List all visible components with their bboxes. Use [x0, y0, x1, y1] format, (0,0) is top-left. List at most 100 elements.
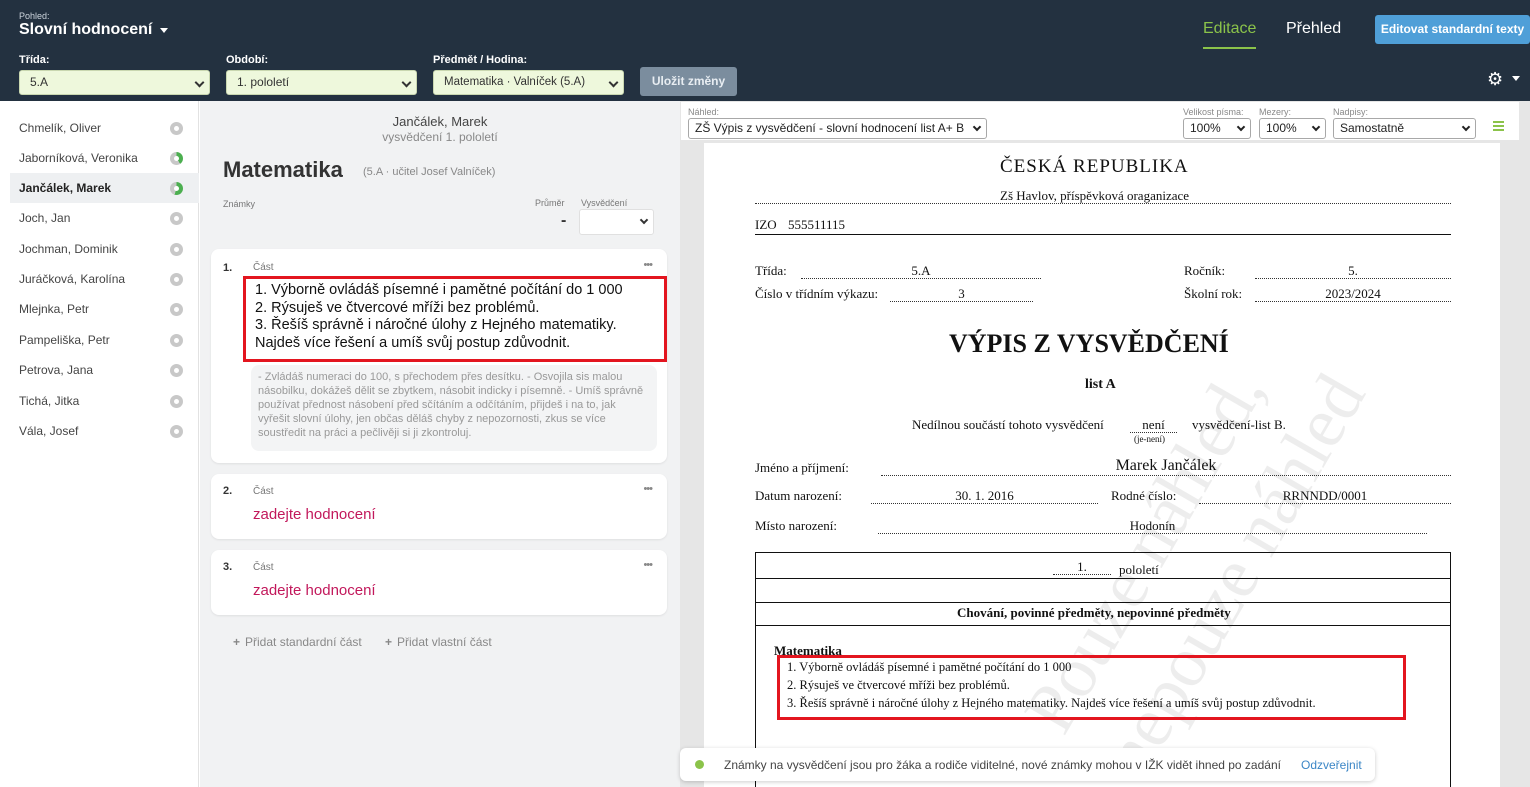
average-value: - — [561, 212, 567, 229]
visibility-notice: Známky na vysvědčení jsou pro žáka a rod… — [680, 748, 1375, 781]
student-item[interactable]: Tichá, Jitka — [10, 386, 199, 416]
plus-icon: + — [233, 635, 241, 649]
font-size-value: 100% — [1190, 121, 1221, 135]
divider — [755, 234, 1451, 235]
id-value: RRNNDD/0001 — [1199, 488, 1451, 504]
student-item[interactable]: Joch, Jan — [10, 203, 199, 233]
student-name: Petrova, Jana — [19, 363, 94, 377]
part-number: 1. — [223, 262, 233, 274]
more-options-icon[interactable]: ••• — [643, 483, 653, 495]
spacing-label: Mezery: — [1259, 107, 1292, 117]
status-ring-icon — [170, 425, 183, 438]
part-card-2: 2. Část ••• zadejte hodnocení — [211, 474, 667, 539]
chevron-down-icon — [1461, 122, 1471, 132]
part-card-1: 1. Část ••• 1. Výborně ovládáš písemné i… — [211, 249, 667, 463]
period-select[interactable]: 1. pololetí — [226, 70, 417, 95]
chevron-down-icon — [972, 122, 982, 132]
add-custom-part-button[interactable]: + Přidat vlastní část — [385, 635, 492, 649]
chevron-down-icon — [1236, 122, 1246, 132]
save-button[interactable]: Uložit změny — [640, 67, 737, 96]
student-item[interactable]: Jochman, Dominik — [10, 234, 199, 264]
part-suffix: vysvědčení-list B. — [1192, 417, 1286, 432]
menu-icon[interactable] — [1493, 121, 1504, 131]
table-line — [756, 578, 1450, 579]
student-item[interactable]: Mlejnka, Petr — [10, 294, 199, 324]
student-item[interactable]: Petrova, Jana — [10, 355, 199, 385]
font-size-label: Velikost písma: — [1183, 107, 1244, 117]
name-value: Marek Jančálek — [881, 457, 1451, 476]
headings-select[interactable]: Samostatně — [1333, 118, 1476, 139]
student-sidebar: Chmelík, Oliver Jaborníková, Veronika Ja… — [0, 101, 199, 787]
student-name: Jochman, Dominik — [19, 242, 118, 256]
status-ring-icon — [170, 182, 183, 195]
caret-down-icon[interactable] — [1512, 76, 1520, 81]
document-title: VÝPIS Z VYSVĚDČENÍ — [949, 329, 1229, 358]
subject-evaluation-box: 1. Výborně ovládáš písemné i pamětné poč… — [777, 655, 1406, 720]
font-size-select[interactable]: 100% — [1183, 118, 1251, 139]
status-ring-icon — [170, 334, 183, 347]
part-label: Část — [253, 486, 274, 497]
year-label: Školní rok: — [1184, 286, 1243, 301]
preview-template-select[interactable]: ZŠ Výpis z vysvědčení - slovní hodnocení… — [688, 118, 987, 139]
evaluation-line: 2. Rýsuješ ve čtvercové mříži bez problé… — [787, 678, 1010, 692]
status-dot-icon — [695, 760, 704, 769]
part-number: 2. — [223, 485, 233, 497]
average-label: Průměr — [535, 198, 565, 208]
register-value: 3 — [890, 286, 1033, 302]
add-custom-part-label: Přidat vlastní část — [397, 635, 492, 649]
part-value: není — [1130, 417, 1177, 433]
part-prefix: Nedílnou součástí tohoto vysvědčení — [912, 417, 1104, 432]
standard-text-hint[interactable]: - Zvládáš numeraci do 100, s přechodem p… — [251, 365, 657, 451]
section-header: Chování, povinné předměty, nepovinné pře… — [957, 605, 1231, 620]
izo-value: 555511115 — [788, 217, 846, 232]
more-options-icon[interactable]: ••• — [643, 259, 653, 271]
notice-text: Známky na vysvědčení jsou pro žáka a rod… — [724, 758, 1281, 772]
report-grade-select[interactable] — [579, 209, 654, 235]
class-select[interactable]: 5.A — [19, 70, 210, 95]
subject-meta: (5.A · učitel Josef Valníček) — [363, 166, 496, 178]
student-item-active[interactable]: Jančálek, Marek — [10, 173, 199, 203]
class-label: Třída: — [755, 263, 787, 278]
student-name: Jančálek, Marek — [19, 181, 112, 195]
document-school: Zš Havlov, příspěvková oraganizace — [1000, 188, 1190, 203]
preview-toolbar: Náhled: ZŠ Výpis z vysvědčení - slovní h… — [680, 101, 1520, 141]
student-item[interactable]: Juráčková, Karolína — [10, 264, 199, 294]
more-options-icon[interactable]: ••• — [643, 559, 653, 571]
student-item[interactable]: Vála, Josef — [10, 416, 199, 446]
unpublish-link[interactable]: Odzveřejnit — [1301, 758, 1362, 772]
status-ring-icon — [170, 364, 183, 377]
student-item[interactable]: Chmelík, Oliver — [10, 113, 199, 143]
headings-value: Samostatně — [1340, 121, 1405, 135]
spacing-select[interactable]: 100% — [1259, 118, 1326, 139]
subject-select[interactable]: Matematika · Valníček (5.A) — [433, 70, 624, 95]
student-heading: Jančálek, Marek — [392, 114, 488, 129]
divider — [755, 203, 1451, 204]
birth-label: Datum narození: — [755, 488, 842, 503]
report-subtitle: vysvědčení 1. pololetí — [382, 130, 498, 144]
period-label: Období: — [226, 54, 269, 66]
enter-evaluation-input[interactable]: zadejte hodnocení — [253, 582, 376, 599]
evaluation-line: 1. Výborně ovládáš písemné i pamětné poč… — [787, 660, 1072, 674]
evaluation-line: Najdeš více řešení a umíš svůj postup zd… — [255, 334, 571, 351]
view-selector[interactable]: Slovní hodnocení — [19, 21, 152, 39]
chevron-down-icon — [1311, 122, 1321, 132]
enter-evaluation-input[interactable]: zadejte hodnocení — [253, 506, 376, 523]
place-label: Místo narození: — [755, 518, 837, 533]
edit-standard-texts-button[interactable]: Editovat standardní texty — [1375, 15, 1530, 44]
tab-edit[interactable]: Editace — [1203, 20, 1257, 49]
caret-down-icon[interactable] — [160, 28, 168, 33]
evaluation-line: 3. Řešíš správně i náročné úlohy z Hejné… — [787, 696, 1316, 710]
student-item[interactable]: Pampeliška, Petr — [10, 325, 199, 355]
add-standard-part-button[interactable]: + Přidat standardní část — [233, 635, 362, 649]
student-name: Tichá, Jitka — [19, 394, 80, 408]
tab-overview[interactable]: Přehled — [1286, 20, 1341, 38]
class-label: Třída: — [19, 54, 50, 66]
gear-icon[interactable]: ⚙ — [1487, 69, 1503, 90]
chevron-down-icon — [401, 77, 412, 88]
student-item[interactable]: Jaborníková, Veronika — [10, 143, 199, 173]
evaluation-text[interactable]: 1. Výborně ovládáš písemné i pamětné poč… — [243, 276, 667, 362]
student-name: Chmelík, Oliver — [19, 121, 102, 135]
part-label: Část — [253, 562, 274, 573]
status-ring-icon — [170, 152, 183, 165]
status-ring-icon — [170, 243, 183, 256]
